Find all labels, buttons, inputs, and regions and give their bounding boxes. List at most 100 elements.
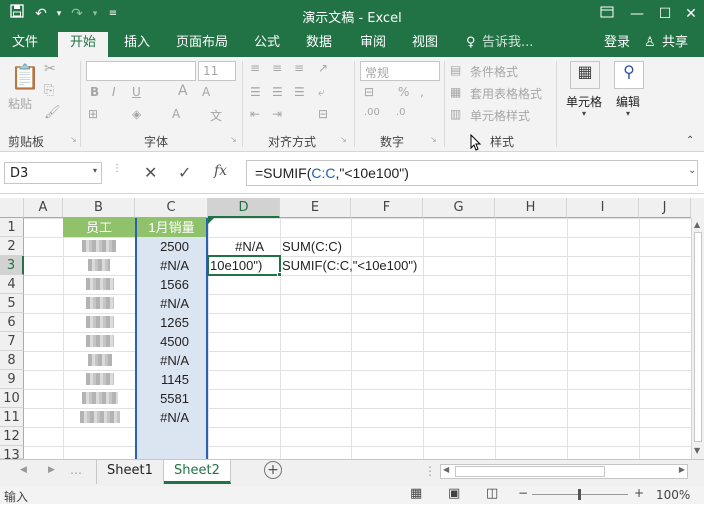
underline-icon[interactable]: U (132, 85, 141, 99)
vertical-scrollbar[interactable]: ▲ ▼ (691, 218, 704, 459)
cell-c1[interactable]: 1月销量 (137, 218, 206, 237)
row-header[interactable]: 5 (0, 294, 24, 313)
add-sheet-icon[interactable]: + (264, 461, 282, 479)
comma-icon[interactable]: , (420, 85, 424, 99)
borders-icon[interactable]: ⊞ (88, 107, 98, 121)
zoom-in-icon[interactable]: + (634, 486, 644, 500)
increase-font-icon[interactable]: A (178, 83, 188, 99)
cell-e2[interactable]: SUM(C:C) (282, 237, 342, 256)
wrap-text-icon[interactable]: ⤶ (318, 85, 325, 100)
cell-c4[interactable]: 1566 (137, 275, 189, 294)
cancel-icon[interactable]: ✕ (144, 163, 157, 182)
cell-b1[interactable]: 员工 (63, 218, 135, 237)
column-header-g[interactable]: G (423, 198, 495, 218)
editing-dropdown-icon[interactable]: ▾ (626, 109, 630, 118)
cell-c7[interactable]: 4500 (137, 332, 189, 351)
decrease-font-icon[interactable]: A (202, 85, 210, 99)
font-name-combo[interactable] (86, 61, 196, 81)
font-size-combo[interactable]: 11 (198, 61, 236, 81)
normal-view-icon[interactable]: ▦ (410, 486, 422, 501)
vertical-scroll-thumb[interactable] (694, 232, 702, 442)
share-button[interactable]: 共享 (662, 34, 688, 52)
top-align-icon[interactable]: ≡ (250, 61, 260, 75)
row-header[interactable]: 2 (0, 237, 24, 256)
minimize-icon[interactable]: — (626, 4, 648, 24)
align-left-icon[interactable]: ☰ (250, 85, 261, 99)
cell-d2[interactable]: #N/A (208, 237, 264, 256)
column-header-d[interactable]: D (208, 198, 280, 218)
editing-button[interactable]: 编辑 (616, 93, 640, 110)
align-right-icon[interactable]: ☰ (294, 85, 305, 99)
column-header-f[interactable]: F (351, 198, 423, 218)
fill-color-icon[interactable]: ◈ (132, 107, 141, 121)
row-header[interactable]: 8 (0, 351, 24, 370)
select-all-corner[interactable] (0, 198, 24, 218)
collapse-ribbon-icon[interactable]: ⌃ (686, 135, 694, 146)
paste-label[interactable]: 粘贴 (8, 95, 32, 112)
currency-icon[interactable]: ⊟ (364, 85, 374, 99)
tab-home[interactable]: 开始 (58, 32, 109, 57)
next-sheet-icon[interactable]: ▶ (48, 465, 55, 475)
cell-styles-button[interactable]: 单元格样式 (470, 107, 530, 124)
phonetic-icon[interactable]: 文 (210, 107, 222, 124)
bottom-align-icon[interactable]: ≡ (294, 61, 304, 75)
name-box[interactable]: D3 ▾ (4, 162, 102, 184)
horizontal-scrollbar[interactable]: ◀ ▶ (440, 464, 688, 479)
cell-c5[interactable]: #N/A (137, 294, 189, 313)
zoom-slider-thumb[interactable] (578, 489, 581, 500)
expand-formula-icon[interactable]: ⌄ (688, 165, 696, 176)
row-header[interactable]: 3 (0, 256, 24, 275)
middle-align-icon[interactable]: ≡ (272, 61, 282, 75)
cut-icon[interactable]: ✂ (44, 61, 56, 77)
merge-icon[interactable]: ⊟ (318, 107, 328, 121)
cells-button[interactable]: 单元格 (566, 93, 602, 110)
row-header[interactable]: 1 (0, 218, 24, 237)
table-format-button[interactable]: 套用表格格式 (470, 85, 542, 102)
orientation-icon[interactable]: ↗ (318, 61, 328, 75)
scroll-up-icon[interactable]: ▲ (694, 220, 700, 229)
tab-data[interactable]: 数据 (306, 34, 332, 52)
ribbon-display-icon[interactable] (596, 4, 618, 24)
row-header[interactable]: 12 (0, 427, 24, 446)
decrease-indent-icon[interactable]: ⇤ (250, 107, 260, 121)
cells-icon[interactable]: ▦ (570, 61, 600, 89)
row-header[interactable]: 6 (0, 313, 24, 332)
bold-icon[interactable]: B (90, 85, 99, 99)
row-header[interactable]: 7 (0, 332, 24, 351)
horizontal-scroll-thumb[interactable] (455, 466, 605, 477)
scroll-left-icon[interactable]: ◀ (443, 465, 449, 474)
cell-c8[interactable]: #N/A (137, 351, 189, 370)
column-header-i[interactable]: I (567, 198, 639, 218)
tab-review[interactable]: 审阅 (360, 34, 386, 52)
tab-view[interactable]: 视图 (412, 34, 438, 52)
percent-icon[interactable]: % (398, 85, 409, 99)
font-launcher-icon[interactable]: ↘ (230, 135, 237, 144)
sheet-more-icon[interactable]: … (70, 463, 82, 477)
increase-decimal-icon[interactable]: .00 (364, 107, 380, 118)
format-painter-icon[interactable]: 🖌 (44, 105, 61, 120)
insert-function-icon[interactable]: fx (214, 163, 227, 179)
cells-dropdown-icon[interactable]: ▾ (582, 109, 586, 118)
page-break-view-icon[interactable]: ◫ (486, 486, 498, 501)
row-header[interactable]: 4 (0, 275, 24, 294)
cell-c11[interactable]: #N/A (137, 408, 189, 427)
search-icon[interactable]: ⚲ (614, 61, 644, 89)
copy-icon[interactable]: ⎘ (44, 83, 54, 98)
sheet-tab-sheet1[interactable]: Sheet1 (96, 460, 164, 484)
clipboard-launcher-icon[interactable]: ↘ (70, 135, 77, 144)
scroll-down-icon[interactable]: ▼ (694, 446, 700, 455)
close-icon[interactable]: ✕ (680, 4, 702, 24)
column-header-c[interactable]: C (135, 198, 208, 218)
number-launcher-icon[interactable]: ↘ (430, 135, 437, 144)
column-header-e[interactable]: E (280, 198, 351, 218)
cell-c10[interactable]: 5581 (137, 389, 189, 408)
enter-icon[interactable]: ✓ (178, 163, 191, 182)
paste-icon[interactable]: 📋 (10, 63, 40, 91)
tab-formulas[interactable]: 公式 (254, 34, 280, 52)
tab-page-layout[interactable]: 页面布局 (176, 34, 228, 52)
conditional-format-button[interactable]: 条件格式 (470, 63, 518, 80)
increase-indent-icon[interactable]: ⇥ (272, 107, 282, 121)
name-box-dropdown-icon[interactable]: ▾ (93, 166, 97, 175)
align-center-icon[interactable]: ☰ (272, 85, 283, 99)
maximize-icon[interactable]: ☐ (654, 4, 676, 24)
